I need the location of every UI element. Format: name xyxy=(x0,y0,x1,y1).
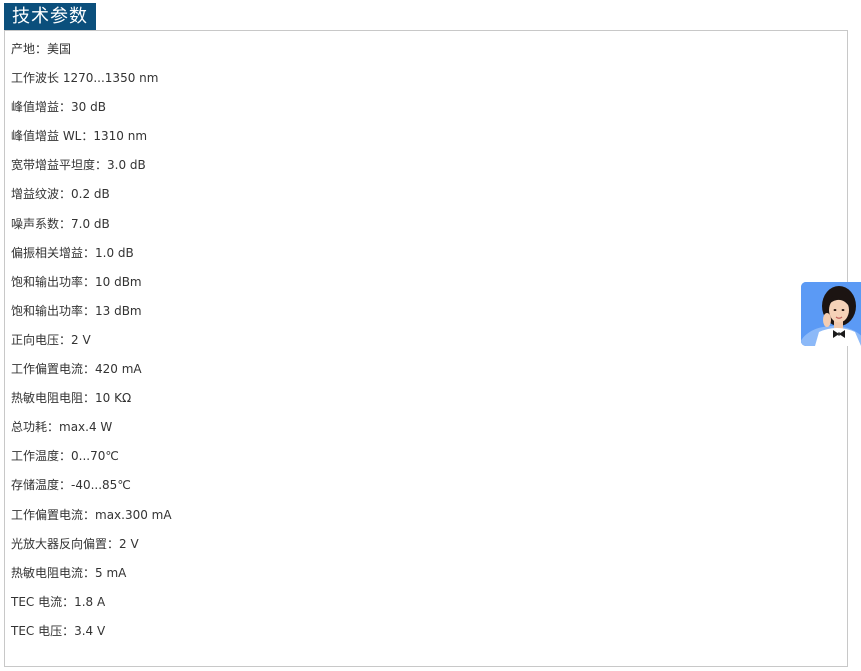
section-title-tab: 技术参数 xyxy=(4,3,96,30)
spec-item-wavelength: 工作波长 1270...1350 nm xyxy=(11,71,159,86)
spec-item-sat-output-1: 饱和输出功率：10 dBm xyxy=(11,274,142,289)
spec-item-bias-current: 工作偏置电流：420 mA xyxy=(11,362,142,377)
spec-list: 产地：美国 工作波长 1270...1350 nm 峰值增益：30 dB 峰值增… xyxy=(11,41,172,652)
spec-item-gain-ripple: 增益纹波：0.2 dB xyxy=(11,187,110,202)
customer-service-avatar-icon xyxy=(801,282,861,346)
spec-item-gain-flatness: 宽带增益平坦度：3.0 dB xyxy=(11,158,146,173)
spec-item-sat-output-2: 饱和输出功率：13 dBm xyxy=(11,303,142,318)
spec-item-peak-gain-wl: 峰值增益 WL：1310 nm xyxy=(11,129,148,144)
spec-item-operating-temp: 工作温度：0...70℃ xyxy=(11,449,119,464)
spec-item-tec-current: TEC 电流：1.8 A xyxy=(11,594,106,609)
spec-item-bias-current-max: 工作偏置电流：max.300 mA xyxy=(11,507,172,522)
spec-item-tec-voltage: TEC 电压：3.4 V xyxy=(11,623,106,638)
spec-item-storage-temp: 存储温度：-40...85℃ xyxy=(11,478,131,493)
spec-item-reverse-bias: 光放大器反向偏置：2 V xyxy=(11,536,139,551)
spec-item-total-power: 总功耗：max.4 W xyxy=(11,420,113,435)
spec-item-thermistor-resistance: 热敏电阻电阻：10 KΩ xyxy=(11,391,132,406)
spec-panel: 产地：美国 工作波长 1270...1350 nm 峰值增益：30 dB 峰值增… xyxy=(4,30,848,667)
spec-item-peak-gain: 峰值增益：30 dB xyxy=(11,100,106,115)
page: 技术参数 产地：美国 工作波长 1270...1350 nm 峰值增益：30 d… xyxy=(0,0,861,671)
spec-item-noise-figure: 噪声系数：7.0 dB xyxy=(11,216,110,231)
spec-item-forward-voltage: 正向电压：2 V xyxy=(11,332,91,347)
spec-item-pdg: 偏振相关增益：1.0 dB xyxy=(11,245,134,260)
spec-item-origin: 产地：美国 xyxy=(11,42,72,56)
customer-service-button[interactable] xyxy=(801,282,861,346)
spec-item-thermistor-current: 热敏电阻电流：5 mA xyxy=(11,565,127,580)
